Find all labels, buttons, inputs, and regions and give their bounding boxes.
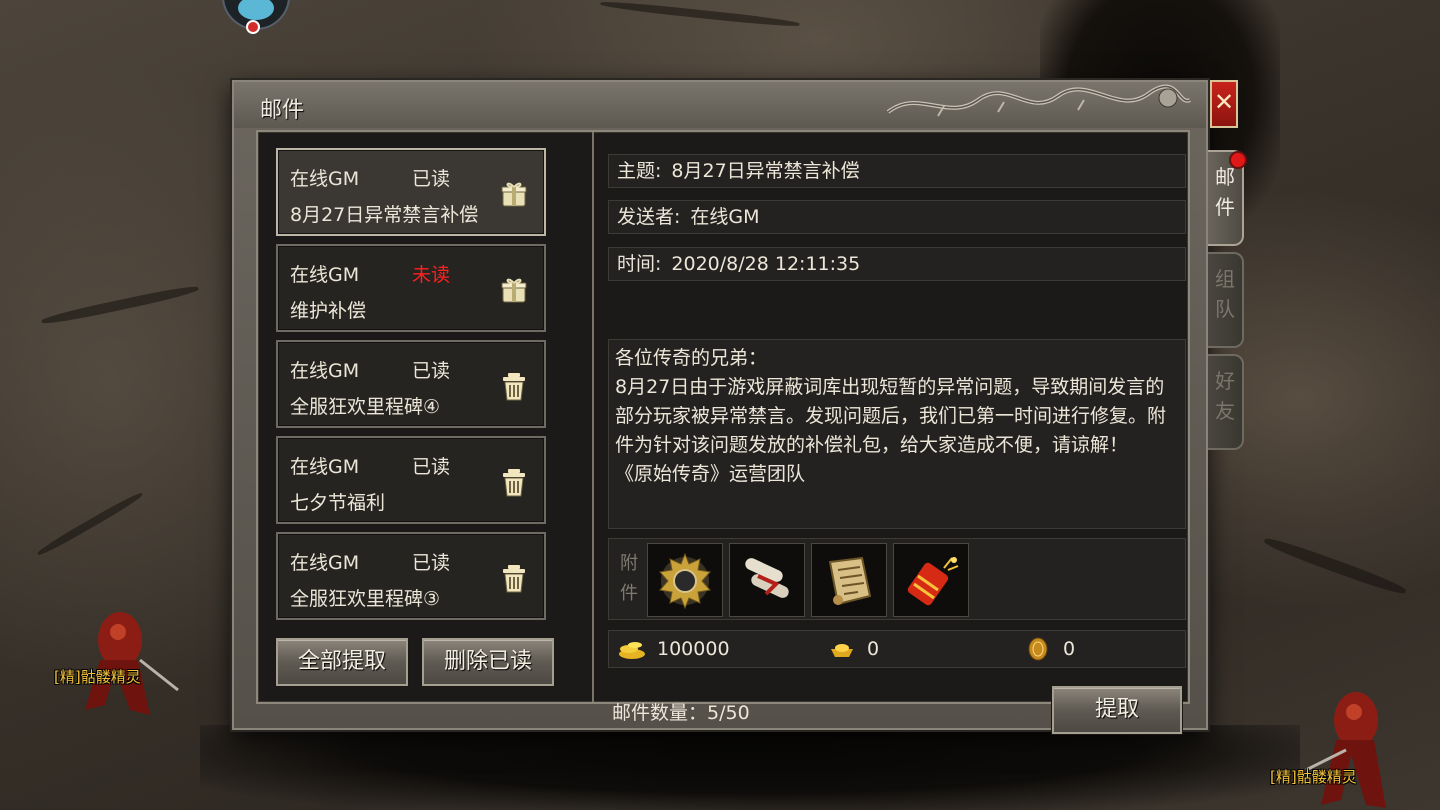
mail-status: 已读 <box>412 456 451 478</box>
bronze-coin-icon <box>1028 637 1048 661</box>
mail-subject: 七夕节福利 <box>290 492 386 514</box>
gold-amount: 100000 <box>657 638 730 660</box>
tab-team[interactable]: 组队 <box>1208 252 1244 348</box>
ingot-currency: 0 <box>827 631 879 667</box>
mail-list-item-4[interactable]: 在线GM 已读 全服狂欢里程碑③ <box>276 532 546 620</box>
gold-currency: 100000 <box>617 631 730 667</box>
attachment-slot-1[interactable] <box>729 543 805 617</box>
sender-label: 发送者: <box>617 206 681 228</box>
firecracker-icon <box>907 557 959 606</box>
monster-name-label-right: [精]骷髅精灵 <box>1270 768 1357 786</box>
time-value: 2020/8/28 12:11:35 <box>671 253 861 275</box>
tab-notification-dot <box>1229 151 1247 169</box>
mail-subject: 全服狂欢里程碑④ <box>290 396 441 418</box>
mail-sender: 在线GM <box>290 552 360 574</box>
skeleton-spirit-monster-left[interactable] <box>60 600 180 730</box>
coin-amount: 0 <box>1063 638 1076 660</box>
claim-all-button[interactable]: 全部提取 <box>276 638 408 686</box>
panel-divider <box>592 132 594 702</box>
tab-team-label: 组队 <box>1215 267 1235 321</box>
mail-body-text: 各位传奇的兄弟： 8月27日由于游戏屏蔽词库出现短暂的异常问题，导致期间发言的部… <box>608 339 1186 529</box>
trash-icon[interactable] <box>498 562 530 594</box>
attachments-panel: 附件 <box>608 538 1186 620</box>
close-button[interactable]: ✕ <box>1210 80 1238 128</box>
notification-dot <box>246 20 260 34</box>
mail-content-panel: 在线GM 已读 8月27日异常禁言补偿 在线GM 未读 维护补偿 在线GM 已读… <box>256 130 1190 734</box>
claim-button[interactable]: 提取 <box>1052 686 1182 734</box>
currency-row: 100000 0 0 <box>608 630 1186 668</box>
mail-list-item-1[interactable]: 在线GM 未读 维护补偿 <box>276 244 546 332</box>
mail-count-label: 邮件数量：5/50 <box>612 702 750 724</box>
dragon-ornament-icon <box>886 84 1191 117</box>
gift-box-icon <box>501 278 527 303</box>
mail-status: 已读 <box>412 552 451 574</box>
sender-row: 发送者: 在线GM <box>608 200 1186 234</box>
mail-sender: 在线GM <box>290 360 360 382</box>
skill-book-icon <box>828 556 872 606</box>
mail-subject: 8月27日异常禁言补偿 <box>290 204 479 226</box>
tab-friends-label: 好友 <box>1215 369 1235 423</box>
mail-sender: 在线GM <box>290 264 360 286</box>
subject-label: 主题: <box>617 160 662 182</box>
trash-icon[interactable] <box>498 466 530 498</box>
mail-subject: 维护补偿 <box>290 300 367 322</box>
time-row: 时间: 2020/8/28 12:11:35 <box>608 247 1186 281</box>
monster-name-label-left: [精]骷髅精灵 <box>54 668 141 686</box>
subject-row: 主题: 8月27日异常禁言补偿 <box>608 154 1186 188</box>
mail-window: 邮件 在线GM 已读 8月27日异常禁言补偿 在线GM 未读 维护补偿 在线GM… <box>232 80 1208 734</box>
gold-ingot-icon <box>831 644 853 657</box>
window-title: 邮件 <box>260 98 305 123</box>
trash-icon[interactable] <box>498 370 530 402</box>
attachment-slot-2[interactable] <box>811 543 887 617</box>
tab-mail-label: 邮件 <box>1215 165 1235 219</box>
gift-box-icon <box>501 182 527 207</box>
mail-status: 已读 <box>412 360 451 382</box>
gold-pile-icon <box>619 642 645 659</box>
ingot-amount: 0 <box>867 638 880 660</box>
subject-value: 8月27日异常禁言补偿 <box>671 160 860 182</box>
mail-list-item-0[interactable]: 在线GM 已读 8月27日异常禁言补偿 <box>276 148 546 236</box>
mail-sender: 在线GM <box>290 168 360 190</box>
skeleton-spirit-monster-right[interactable] <box>1296 680 1416 810</box>
gear-emblem-icon <box>659 552 711 610</box>
scroll-bundle-icon <box>745 558 789 598</box>
title-bar[interactable]: 邮件 <box>234 82 1206 128</box>
coin-currency: 0 <box>1023 631 1075 667</box>
mail-list-item-3[interactable]: 在线GM 已读 七夕节福利 <box>276 436 546 524</box>
mail-status: 未读 <box>412 264 451 286</box>
attachments-label: 附件 <box>620 553 638 604</box>
attachment-slot-3[interactable] <box>893 543 969 617</box>
mail-subject: 全服狂欢里程碑③ <box>290 588 441 610</box>
tab-friends[interactable]: 好友 <box>1208 354 1244 450</box>
attachment-slot-0[interactable] <box>647 543 723 617</box>
delete-read-button[interactable]: 删除已读 <box>422 638 554 686</box>
time-label: 时间: <box>617 253 662 275</box>
mail-sender: 在线GM <box>290 456 360 478</box>
sender-value: 在线GM <box>690 206 760 228</box>
mail-status: 已读 <box>412 168 451 190</box>
mail-list-item-2[interactable]: 在线GM 已读 全服狂欢里程碑④ <box>276 340 546 428</box>
